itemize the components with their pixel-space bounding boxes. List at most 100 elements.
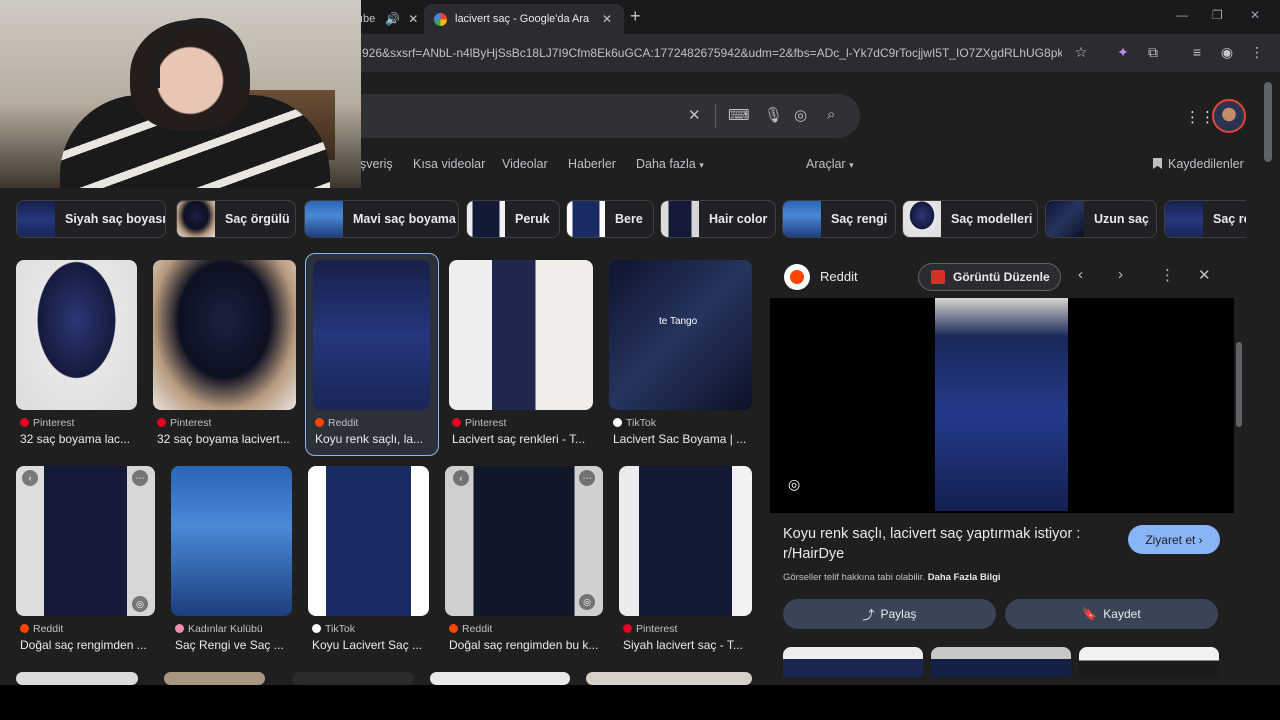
result-title[interactable]: Doğal saç rengimden ... [20,638,156,652]
tab-videos[interactable]: Videolar [502,157,548,171]
chip-sac-modelleri[interactable]: Saç modelleri [902,200,1038,238]
minimize-icon[interactable]: — [1176,8,1188,22]
result-image[interactable] [16,672,138,685]
browser-menu-icon[interactable]: ⋮ [1248,43,1266,61]
chip-sac-rengi[interactable]: Saç rengi [782,200,896,238]
related-thumbnail[interactable] [783,647,923,677]
result-image[interactable] [619,466,752,616]
visit-button[interactable]: Ziyaret et › [1128,525,1220,554]
panel-scrollbar[interactable] [1236,342,1242,427]
previous-icon[interactable]: ‹ [1078,266,1083,283]
more-options-icon[interactable]: ⋯ [579,470,595,486]
close-tab-icon[interactable]: ✕ [602,12,612,26]
profile-icon[interactable]: ◉ [1218,43,1236,61]
tab-active[interactable]: lacivert saç - Google'da Ara ✕ [424,4,624,34]
result-image[interactable] [164,672,265,685]
saved-link[interactable]: Kaydedilenler [1153,157,1244,171]
result-image[interactable] [153,260,296,410]
chip-hair-color[interactable]: Hair color [660,200,776,238]
tab-short-videos[interactable]: Kısa videolar [413,157,485,171]
result-title[interactable]: 32 saç boyama lac... [20,432,138,446]
lens-icon[interactable]: ◎ [579,594,595,610]
chip-bere[interactable]: Bere [566,200,654,238]
preview-caption[interactable]: Koyu renk saçlı, lacivert saç yaptırmak … [783,524,1113,564]
result-image[interactable] [308,466,429,616]
lens-icon[interactable]: ◎ [794,106,807,124]
avatar[interactable] [1212,99,1246,133]
result-title[interactable]: Koyu Lacivert Saç ... [312,638,432,652]
learn-more-link[interactable]: Daha Fazla Bilgi [928,572,1001,583]
chip-label: Saç modelleri [951,212,1033,226]
related-thumbnail[interactable] [1079,647,1219,677]
search-divider [715,104,716,128]
chip-uzun-sac[interactable]: Uzun saç [1045,200,1157,238]
result-image[interactable]: ‹ ⋯ ◎ [445,466,603,616]
result-source: Pinterest [157,417,211,429]
tools-button[interactable]: Araçlar ▾ [806,157,854,171]
result-title[interactable]: Lacivert Sac Boyama | ... [613,432,753,446]
chip-siyah-sac-boyasi[interactable]: Siyah saç boyası [16,200,166,238]
result-title[interactable]: Lacivert saç renkleri - T... [452,432,592,446]
extension-icon[interactable]: ✦ [1114,43,1132,61]
related-thumbnail[interactable] [931,647,1071,677]
result-image[interactable] [292,672,414,685]
media-control-icon[interactable]: ≡ [1188,43,1206,61]
maximize-icon[interactable]: ❐ [1212,8,1223,22]
result-image[interactable] [430,672,570,685]
keyboard-icon[interactable]: ⌨ [728,106,750,124]
preview-image[interactable] [935,298,1068,511]
edit-image-button[interactable]: Görüntü Düzenle [918,263,1061,291]
tools-label: Araçlar [806,157,846,171]
result-image[interactable] [171,466,292,616]
tab-shopping[interactable]: şveriş [360,157,393,171]
result-title[interactable]: 32 saç boyama lacivert... [157,432,297,446]
result-source-label: Reddit [33,623,64,635]
new-tab-icon[interactable]: + [630,6,641,27]
share-button[interactable]: ⤴ Paylaş [783,599,996,629]
result-source: Reddit [449,623,492,635]
result-image[interactable]: te Tango [609,260,752,410]
chip-mavi-sac-boyama[interactable]: Mavi saç boyama [304,200,459,238]
preview-image-area: ◎ [770,298,1234,513]
chevron-left-icon[interactable]: ‹ [22,470,38,486]
result-title[interactable]: Doğal saç rengimden bu k... [449,638,604,652]
tab-previous[interactable]: ıbe 🔊 ✕ [352,4,424,34]
tab-news[interactable]: Haberler [568,157,616,171]
tab-more[interactable]: Daha fazla ▾ [636,157,704,171]
lens-icon[interactable]: ◎ [132,596,148,612]
result-image[interactable]: ‹ ⋯ ◎ [16,466,155,616]
result-source-label: Pinterest [465,417,507,429]
result-title[interactable]: Saç Rengi ve Saç ... [175,638,295,652]
webcam-overlay [0,0,361,188]
result-image[interactable] [313,260,430,410]
panel-source[interactable]: Reddit [820,269,858,284]
result-image[interactable] [449,260,593,410]
share-label: Paylaş [880,607,917,621]
save-button[interactable]: 🔖 Kaydet [1005,599,1218,629]
close-tab-icon[interactable]: ✕ [408,12,418,26]
speaker-icon[interactable]: 🔊 [385,12,400,26]
result-title[interactable]: Koyu renk saçlı, la... [315,432,433,446]
result-title[interactable]: Siyah lacivert saç - T... [623,638,753,652]
lens-search-icon[interactable]: ◎ [788,476,806,494]
extensions-puzzle-icon[interactable]: ⧉ [1144,43,1162,61]
microphone-icon[interactable]: 🎙 [764,106,783,124]
more-options-icon[interactable]: ⋮ [1160,266,1175,284]
window-close-icon[interactable]: ✕ [1250,8,1260,22]
search-bar[interactable]: ✕ ⌨ 🎙 ◎ ⌕ [352,94,860,138]
result-image[interactable] [16,260,137,410]
page-scrollbar[interactable] [1264,82,1272,162]
chip-peruk[interactable]: Peruk [466,200,560,238]
result-image[interactable] [586,672,752,685]
more-options-icon[interactable]: ⋯ [132,470,148,486]
chevron-left-icon[interactable]: ‹ [453,470,469,486]
search-icon[interactable]: ⌕ [827,106,835,123]
chip-sac-re[interactable]: Saç re [1164,200,1246,238]
bookmark-star-icon[interactable]: ☆ [1072,43,1090,61]
chip-sac-orgulu[interactable]: Saç örgülü [176,200,296,238]
result-source: Pinterest [623,623,677,635]
next-icon[interactable]: › [1118,266,1123,283]
clear-search-icon[interactable]: ✕ [688,106,701,124]
address-bar[interactable]: 926&sxsrf=ANbL-n4lByHjSsBc18LJ7I9Cfm8Ek6… [362,46,1062,60]
close-panel-icon[interactable]: ✕ [1198,266,1211,284]
